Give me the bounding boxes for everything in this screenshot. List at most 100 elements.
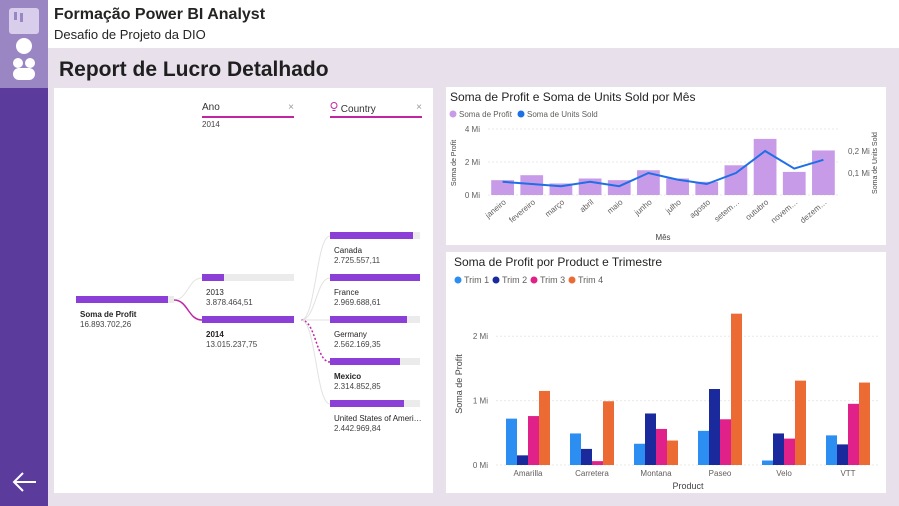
quarter-bar — [506, 418, 517, 465]
tree-node-value: 13.015.237,75 — [206, 340, 258, 349]
tree-node-value: 16.893.702,26 — [80, 320, 132, 329]
x-tick-label: abril — [578, 197, 596, 214]
tree-node-label: France — [334, 288, 359, 297]
decomposition-tree[interactable]: Ano × 2014 Country × Soma de Profit 16.8… — [54, 88, 433, 493]
profit-by-product-quarter-chart[interactable]: Soma de Profit por Product e Trimestre T… — [446, 252, 886, 493]
y2-tick-label: 0,2 Mi — [848, 147, 870, 156]
profit-units-by-month-chart[interactable]: Soma de Profit e Soma de Units Sold por … — [446, 87, 886, 245]
app-title: Formação Power BI Analyst — [54, 6, 266, 23]
x-tick-label: Velo — [776, 469, 792, 478]
y-tick-label: 2 Mi — [465, 158, 480, 167]
tree-node-bar — [330, 232, 413, 239]
x-axis-title: Mês — [655, 233, 670, 242]
quarter-bar — [634, 443, 645, 465]
x-tick-label: novem… — [769, 198, 799, 225]
x-tick-label: Amarilla — [514, 469, 543, 478]
tree-node-value: 2.562.169,35 — [334, 340, 381, 349]
close-icon[interactable]: × — [288, 102, 294, 113]
y-tick-label: 0 Mi — [473, 461, 488, 470]
tree-node-value: 2.725.557,11 — [334, 256, 381, 265]
x-tick-label: Carretera — [575, 469, 609, 478]
report-title: Report de Lucro Detalhado — [59, 58, 329, 81]
tree-node-label: Mexico — [334, 372, 362, 381]
tree-node-value: 3.878.464,51 — [206, 298, 253, 307]
y-axis-title: Soma de Profit — [451, 140, 458, 186]
tree-node-bar — [202, 316, 294, 323]
x-tick-label: janeiro — [483, 197, 508, 220]
quarter-bar — [859, 382, 870, 465]
x-tick-label: outubro — [744, 197, 771, 222]
tree-node-label: Canada — [334, 246, 363, 255]
tree-node-label: United States of Ameri… — [334, 414, 422, 423]
quarter-bar — [539, 390, 550, 465]
quarter-bar — [795, 380, 806, 465]
logo — [0, 0, 48, 88]
report-app: Formação Power BI Analyst Desafio de Pro… — [0, 0, 899, 506]
report-canvas: Report de Lucro Detalhado Ano × 2014 Cou… — [48, 48, 899, 506]
legend-marker — [449, 110, 457, 118]
tree-level-year-label: Ano — [202, 102, 220, 113]
app-subtitle: Desafio de Projeto da DIO — [54, 27, 206, 42]
x-axis-title: Product — [672, 481, 704, 491]
lightbulb-icon — [330, 102, 338, 115]
quarter-bar — [517, 455, 528, 465]
clustered-column-svg: Trim 1 Trim 2 Trim 3 Trim 4 0 Mi 1 Mi 2 Mi Soma… — [454, 275, 880, 491]
arrow-left-icon[interactable] — [8, 466, 40, 498]
y-axis-title: Soma de Profit — [454, 354, 464, 414]
y-tick-label: 1 Mi — [473, 397, 488, 406]
legend-label: Soma de Units Sold — [527, 110, 598, 119]
tree-level-country-label: Country — [340, 104, 376, 115]
x-tick-label: Paseo — [709, 469, 732, 478]
legend-marker — [530, 276, 538, 284]
tree-node-bar — [76, 296, 168, 303]
legend-marker — [492, 276, 500, 284]
quarter-bar — [826, 435, 837, 465]
quarter-bar — [762, 460, 773, 465]
quarter-bar — [656, 428, 667, 465]
legend-label: Trim 3 — [540, 275, 565, 285]
quarter-bar — [645, 413, 656, 465]
x-tick-label: setem… — [713, 198, 742, 224]
x-tick-label: julho — [663, 197, 683, 216]
quarter-bar — [784, 438, 795, 465]
quarter-bar — [731, 313, 742, 465]
x-tick-label: agosto — [688, 197, 713, 220]
profit-bar — [753, 138, 777, 195]
legend-marker — [517, 110, 525, 118]
quarter-bar — [592, 461, 603, 465]
tree-node-value: 2.314.852,85 — [334, 382, 381, 391]
x-tick-label: maio — [605, 197, 624, 215]
tree-node-bar — [330, 316, 408, 323]
y2-axis-title: Soma de Units Sold — [872, 132, 879, 194]
quarter-bar — [720, 419, 731, 465]
combo-chart-svg: Soma de Profit Soma de Units Sold 0 Mi 2 Mi… — [449, 110, 879, 242]
left-rail — [0, 0, 48, 506]
tree-node-bar — [330, 400, 404, 407]
profit-bar — [782, 171, 806, 195]
x-tick-label: março — [543, 197, 566, 219]
y-tick-label: 2 Mi — [473, 332, 488, 341]
quarter-bar — [603, 401, 614, 465]
quarter-bar — [848, 403, 859, 465]
tree-level-year-filter: 2014 — [202, 120, 220, 129]
legend-marker — [568, 276, 576, 284]
legend-label: Trim 1 — [464, 275, 489, 285]
quarter-bar — [698, 430, 709, 465]
y-tick-label: 4 Mi — [465, 125, 480, 134]
quarter-bar — [581, 448, 592, 465]
y2-tick-label: 0,1 Mi — [848, 169, 870, 178]
x-tick-label: fevereiro — [507, 197, 537, 224]
tree-node-value: 2.969.688,61 — [334, 298, 381, 307]
x-tick-label: junho — [632, 197, 654, 217]
tree-node-bar — [330, 274, 420, 281]
close-icon[interactable]: × — [416, 102, 422, 113]
quarter-bar — [709, 389, 720, 465]
tree-node-label: 2013 — [206, 288, 224, 297]
x-tick-label: VTT — [840, 469, 855, 478]
legend-label: Trim 4 — [578, 275, 603, 285]
tree-level-country-header[interactable]: Country × — [330, 102, 422, 118]
tree-node-bar — [202, 274, 225, 281]
x-tick-label: dezem… — [798, 198, 828, 225]
tree-level-year-header[interactable]: Ano × — [202, 102, 294, 118]
app-header: Formação Power BI Analyst Desafio de Pro… — [48, 0, 899, 48]
